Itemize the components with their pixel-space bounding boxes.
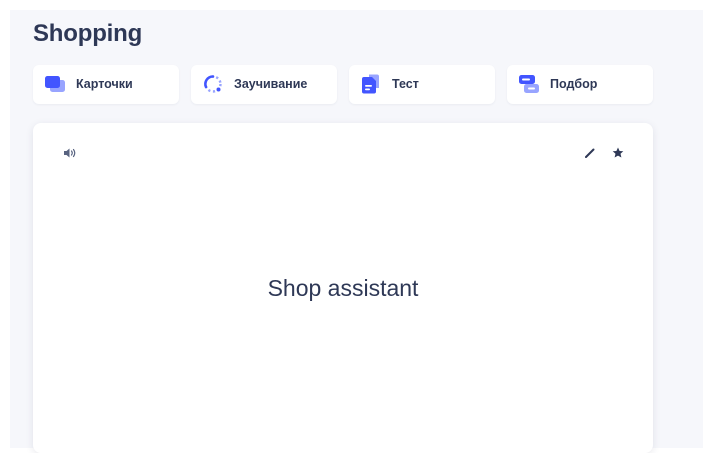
mode-label: Тест — [392, 77, 419, 91]
mode-button-test[interactable]: Тест — [349, 65, 495, 104]
mode-label: Карточки — [76, 77, 133, 91]
study-page: Shopping Карточки Заучивание Тест Подбор… — [10, 10, 703, 453]
mode-label: Заучивание — [234, 77, 308, 91]
pencil-icon[interactable] — [583, 146, 597, 160]
test-document-icon — [362, 74, 379, 94]
mode-label: Подбор — [550, 77, 598, 91]
flashcard-term: Shop assistant — [267, 275, 419, 301]
flashcard[interactable]: Shop assistant — [33, 123, 653, 453]
star-icon[interactable] — [611, 146, 625, 160]
mode-button-learn[interactable]: Заучивание — [191, 65, 337, 104]
speaker-icon[interactable] — [63, 147, 77, 159]
match-icon — [519, 75, 539, 93]
mode-button-match[interactable]: Подбор — [507, 65, 653, 104]
learn-progress-icon — [204, 75, 222, 93]
set-title: Shopping — [33, 20, 143, 47]
mode-button-flashcards[interactable]: Карточки — [33, 65, 179, 104]
flashcards-icon — [45, 76, 65, 92]
